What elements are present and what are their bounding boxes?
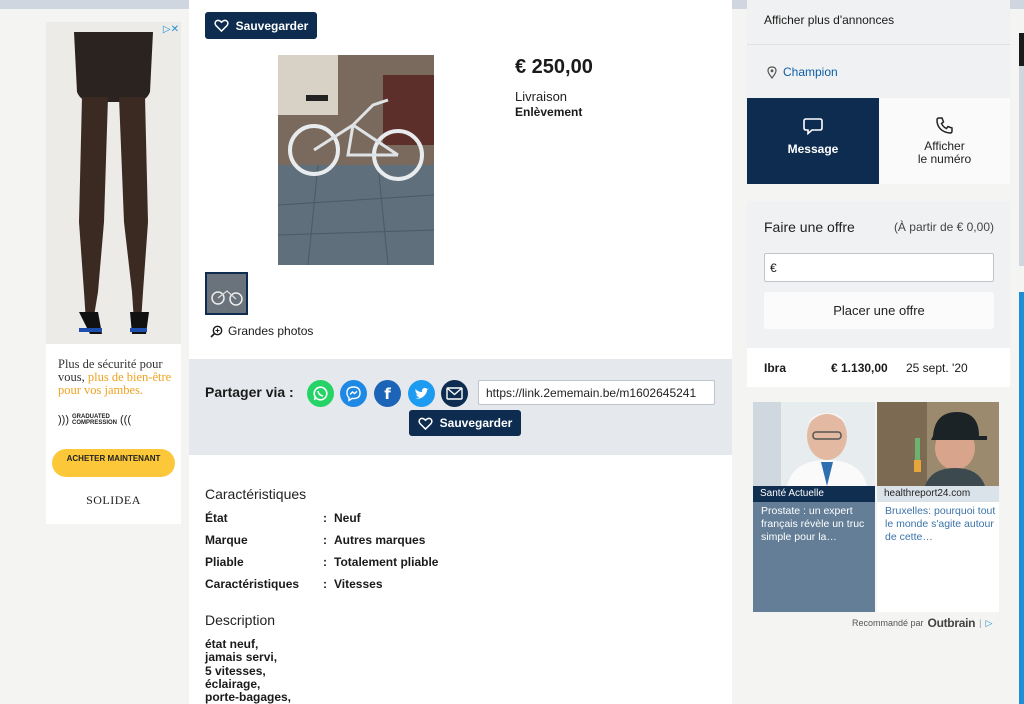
outbrain-card[interactable]: Santé Actuelle Prostate : un expert fran… xyxy=(753,402,875,612)
show-number-button[interactable]: Afficher le numéro xyxy=(879,98,1010,184)
message-button[interactable]: Message xyxy=(747,98,879,184)
twitter-icon[interactable] xyxy=(408,380,435,407)
outbrain-title: Prostate : un expert français révèle un … xyxy=(761,505,865,543)
seller-location[interactable]: Champion xyxy=(767,65,838,79)
outbrain-card-image xyxy=(877,402,999,486)
ad-brand-logo: SOLIDEA xyxy=(86,493,141,507)
save-button-share[interactable]: Sauvegarder xyxy=(409,410,521,436)
share-link-input[interactable]: https://link.2ememain.be/m1602645241 xyxy=(478,380,715,405)
edge-strip xyxy=(1019,33,1024,66)
specs-title: Caractéristiques xyxy=(205,486,307,502)
email-icon[interactable] xyxy=(441,380,468,407)
left-advertisement[interactable]: ▷✕ Plus de sécurité pour vous, plus de b… xyxy=(46,22,181,524)
offer-amount-input[interactable]: € xyxy=(764,253,994,282)
share-bar: Partager via : f https://link.2ememain.b… xyxy=(189,359,732,455)
main-photo[interactable] xyxy=(205,55,505,265)
save-label: Sauvegarder xyxy=(235,18,309,33)
outbrain-widget: Santé Actuelle Prostate : un expert fran… xyxy=(753,402,999,612)
spec-row: Pliable: Totalement pliable xyxy=(205,555,439,569)
save-button-top[interactable]: Sauvegarder xyxy=(205,12,317,39)
heart-icon xyxy=(214,19,229,32)
ad-cta-button[interactable]: ACHETER MAINTENANT xyxy=(52,449,175,477)
more-ads-link[interactable]: Afficher plus d'annonces xyxy=(764,13,894,27)
big-photos-link[interactable]: Grandes photos xyxy=(210,324,313,338)
photo-thumbnail[interactable] xyxy=(205,272,248,315)
outbrain-title: Bruxelles: pourquoi tout le monde s'agit… xyxy=(885,505,996,543)
spec-row: État: Neuf xyxy=(205,511,361,525)
outbrain-source: Santé Actuelle xyxy=(753,486,875,502)
bid-date: 25 sept. '20 xyxy=(906,361,968,375)
description-title: Description xyxy=(205,612,276,628)
listing-price: € 250,00 xyxy=(515,56,593,78)
facebook-icon[interactable]: f xyxy=(374,380,401,407)
outbrain-attribution[interactable]: Recommandé par Outbrain | ▷ xyxy=(852,616,992,630)
whatsapp-icon[interactable] xyxy=(307,380,334,407)
location-pin-icon xyxy=(767,65,777,79)
heart-icon xyxy=(418,417,433,430)
bid-amount: € 1.130,00 xyxy=(831,361,888,375)
bike-photo xyxy=(278,55,434,265)
message-label: Message xyxy=(787,142,839,156)
outbrain-logo: Outbrain xyxy=(927,616,976,630)
ad-product-image: ▷✕ xyxy=(46,22,181,344)
description-text: état neuf, jamais servi, 5 vitesses, écl… xyxy=(205,637,292,704)
delivery-label: Livraison xyxy=(515,89,568,104)
spec-row: Marque: Autres marques xyxy=(205,533,426,547)
edge-strip xyxy=(1019,66,1024,266)
ad-info-icon: ▷ xyxy=(985,617,993,628)
ad-choices-icon[interactable]: ▷✕ xyxy=(163,24,179,35)
delivery-value: Enlèvement xyxy=(515,105,583,119)
edge-strip xyxy=(1019,292,1024,704)
spec-row: Caractéristiques: Vitesses xyxy=(205,577,383,591)
big-photos-label: Grandes photos xyxy=(228,324,314,338)
bidder-name: Ibra xyxy=(764,361,787,375)
divider xyxy=(747,44,1010,45)
outbrain-card[interactable]: healthreport24.com Bruxelles: pourquoi t… xyxy=(877,402,999,612)
share-label: Partager via : xyxy=(205,384,294,400)
ad-compression-badge: ))) GRADUATED COMPRESSION ((( xyxy=(58,414,131,426)
chat-icon xyxy=(803,118,823,136)
offer-card: Faire une offre (À partir de € 0,00) € P… xyxy=(747,201,1010,348)
show-number-label: le numéro xyxy=(917,152,972,166)
phone-icon xyxy=(936,117,953,134)
outbrain-source: healthreport24.com xyxy=(877,486,999,502)
save-label: Sauvegarder xyxy=(439,416,513,430)
place-offer-button[interactable]: Placer une offre xyxy=(764,292,994,329)
messenger-icon[interactable] xyxy=(340,380,367,407)
outbrain-card-image xyxy=(753,402,875,486)
ad-headline: Plus de sécurité pour vous, plus de bien… xyxy=(58,357,172,397)
listing-main: Sauvegarder Grandes photos € 250,00 Livr… xyxy=(189,0,732,704)
offer-minimum: (À partir de € 0,00) xyxy=(893,220,994,234)
zoom-icon xyxy=(210,325,223,338)
bid-row: Ibra € 1.130,00 25 sept. '20 xyxy=(747,348,1010,387)
seller-card: Afficher plus d'annonces Champion xyxy=(747,0,1010,98)
offer-title: Faire une offre xyxy=(764,219,855,235)
